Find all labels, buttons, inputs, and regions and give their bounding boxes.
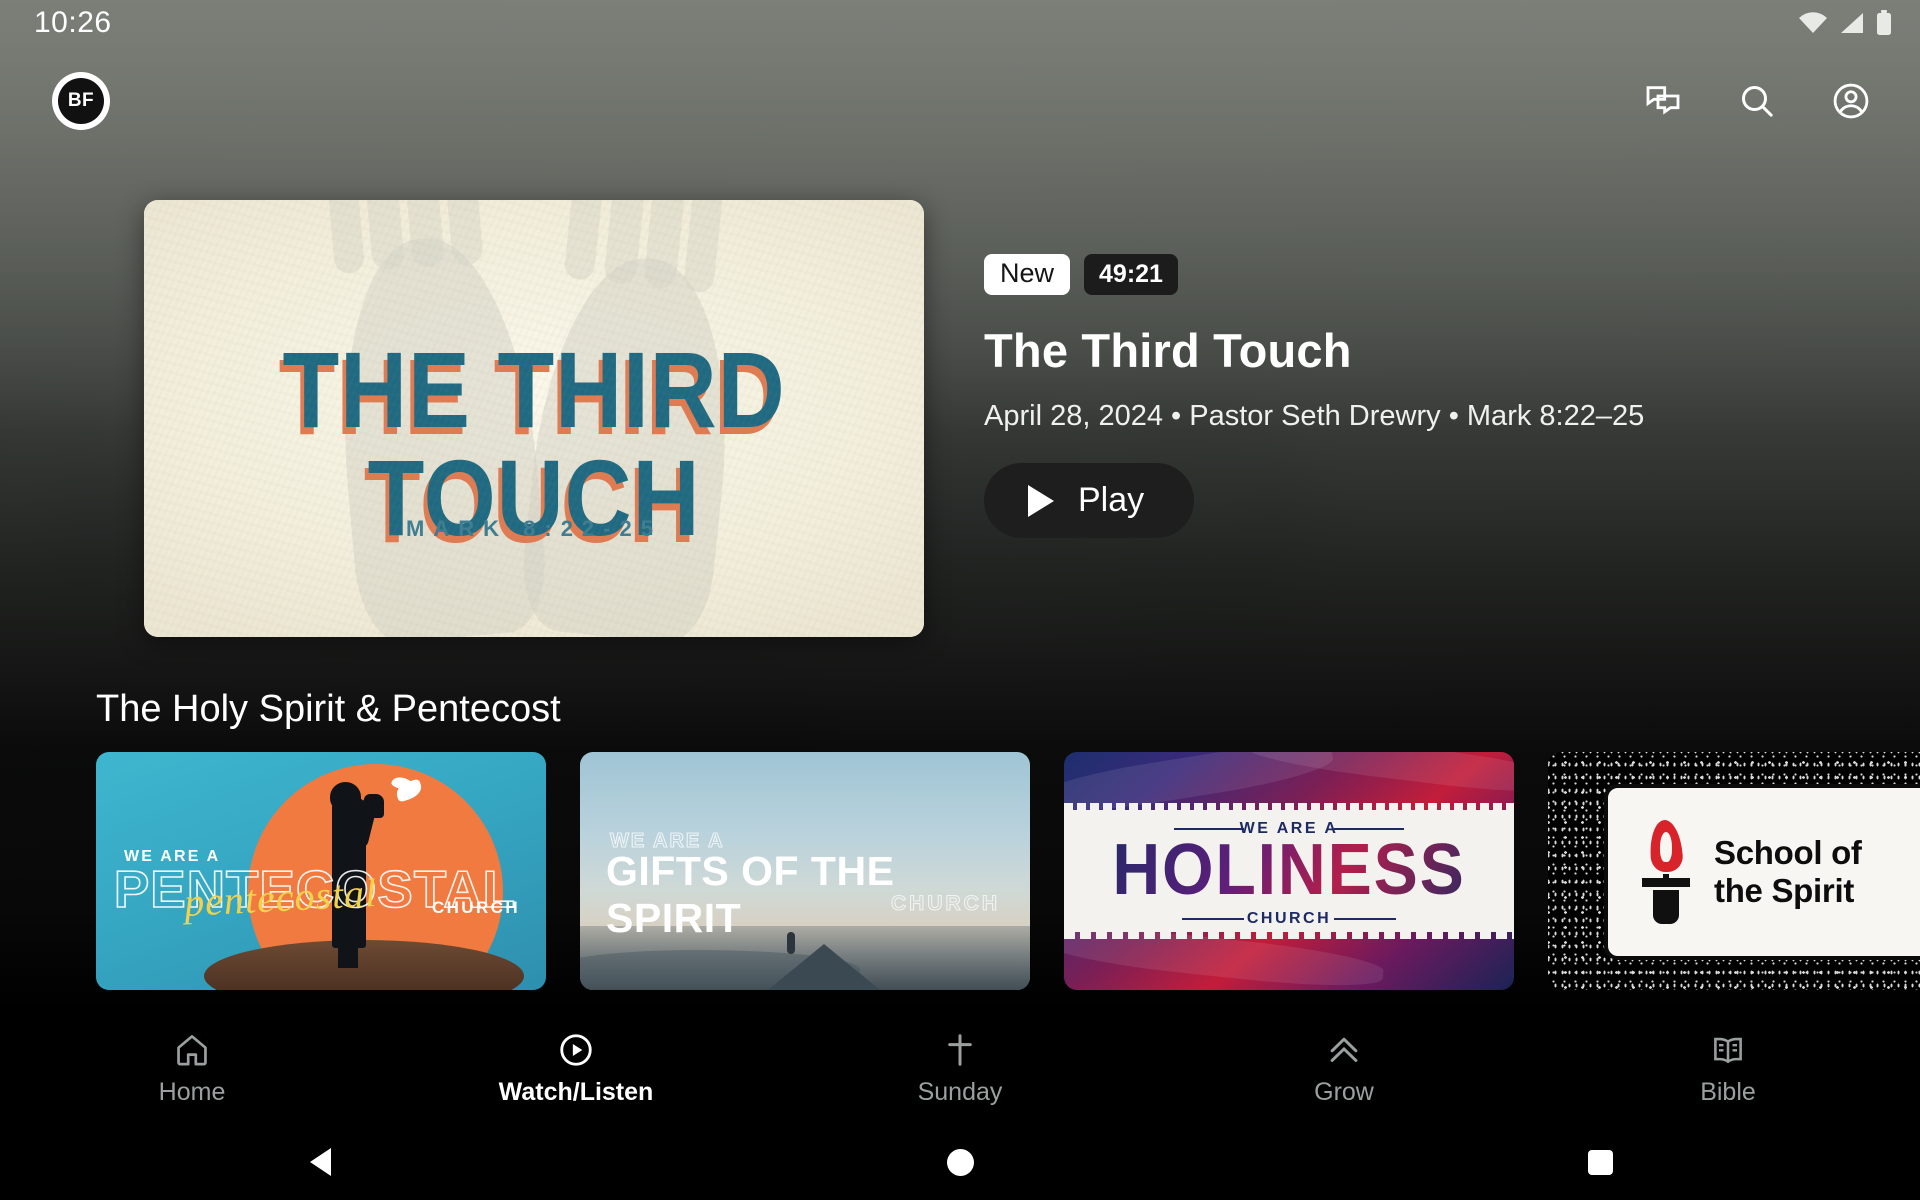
section-title: The Holy Spirit & Pentecost	[96, 688, 561, 730]
flame-inner	[1660, 832, 1672, 862]
hero-thumbnail[interactable]: THE THIRD TOUCH MARK 8:22-25	[144, 200, 924, 637]
hero-info: New 49:21 The Third Touch April 28, 2024…	[984, 200, 1644, 538]
nav-item-home[interactable]: Home	[0, 1030, 384, 1107]
hero-title: The Third Touch	[984, 324, 1352, 377]
figure-hand	[364, 794, 384, 818]
nav-label-home: Home	[158, 1077, 226, 1106]
back-triangle-icon	[309, 1148, 331, 1176]
system-navigation-bar	[0, 1124, 1920, 1200]
card-footer: CHURCH	[431, 898, 520, 917]
play-button[interactable]: Play	[984, 463, 1195, 538]
cross-icon	[941, 1030, 979, 1070]
nav-item-sunday[interactable]: Sunday	[768, 1030, 1152, 1107]
brand-logo-bf[interactable]: BF	[52, 72, 110, 130]
wifi-icon	[1798, 12, 1828, 34]
recents-button[interactable]	[1280, 1149, 1920, 1175]
nav-item-watch-listen[interactable]: Watch/Listen	[384, 1030, 768, 1107]
status-bar-icons	[1798, 10, 1892, 36]
nav-label-grow: Grow	[1314, 1077, 1374, 1106]
nav-label-watch-listen: Watch/Listen	[498, 1077, 654, 1106]
play-triangle-icon	[1028, 484, 1054, 517]
bottom-navigation: Home Watch/Listen Sunday Grow Bible	[0, 1012, 1920, 1124]
torch-shield	[1653, 890, 1679, 924]
play-button-label: Play	[1078, 481, 1145, 519]
nav-label-sunday: Sunday	[917, 1077, 1003, 1106]
logo-plate: School of the Spirit	[1604, 784, 1920, 960]
card-holiness[interactable]: WE ARE A HOLINESS CHURCH	[1064, 752, 1514, 990]
status-bar: 10:26	[0, 0, 1920, 46]
card-school-of-the-spirit[interactable]: School of the Spirit	[1548, 752, 1920, 990]
account-circle-icon[interactable]	[1828, 78, 1874, 124]
battery-icon	[1876, 10, 1892, 36]
home-button[interactable]	[640, 1148, 1280, 1176]
nav-label-bible: Bible	[1700, 1077, 1756, 1106]
hero-section: THE THIRD TOUCH MARK 8:22-25 New 49:21 T…	[0, 200, 1920, 660]
card-title: School of the Spirit	[1714, 834, 1862, 909]
app-bar-actions	[1640, 78, 1874, 124]
torch-icon	[1638, 818, 1694, 926]
recents-square-icon	[1587, 1149, 1613, 1175]
card-title-line-2: the Spirit	[1714, 872, 1855, 909]
mountain-peak	[768, 944, 880, 990]
card-footer: CHURCH	[890, 891, 1000, 915]
card-footer: CHURCH	[1246, 910, 1332, 927]
double-chevron-up-icon	[1325, 1030, 1363, 1070]
home-icon	[173, 1030, 211, 1070]
status-bar-clock: 10:26	[34, 6, 112, 39]
home-circle-icon	[946, 1148, 974, 1176]
card-title-line-1: School of	[1714, 834, 1862, 872]
hero-badges: New 49:21	[984, 254, 1644, 295]
app-bar: BF	[0, 46, 1920, 156]
open-book-icon	[1710, 1030, 1746, 1070]
app-root: THE THIRD TOUCH MARK 8:22-25 10:26	[0, 0, 1920, 1200]
thumbnail-grain-overlay	[144, 200, 924, 637]
duration-badge: 49:21	[1084, 254, 1178, 295]
torch-bar	[1642, 878, 1690, 887]
nav-item-bible[interactable]: Bible	[1536, 1030, 1920, 1107]
new-badge: New	[984, 254, 1071, 295]
card-pentecostal[interactable]: WE ARE A PENTECOSTAL pentecostal CHURCH	[96, 752, 546, 990]
figure-head	[330, 782, 361, 812]
card-gifts-of-the-spirit[interactable]: WE ARE A GIFTS OF THE SPIRIT CHURCH	[580, 752, 1030, 990]
forum-icon[interactable]	[1640, 78, 1686, 124]
search-icon[interactable]	[1734, 78, 1780, 124]
card-title: HOLINESS	[1082, 834, 1496, 906]
carousel[interactable]: WE ARE A PENTECOSTAL pentecostal CHURCH …	[0, 752, 1920, 992]
brand-logo-text: BF	[58, 78, 104, 124]
hero-meta: April 28, 2024 • Pastor Seth Drewry • Ma…	[984, 400, 1645, 432]
cellular-signal-icon	[1839, 12, 1865, 34]
nav-item-grow[interactable]: Grow	[1152, 1030, 1536, 1107]
play-circle-icon	[557, 1030, 595, 1070]
back-button[interactable]	[0, 1148, 640, 1176]
